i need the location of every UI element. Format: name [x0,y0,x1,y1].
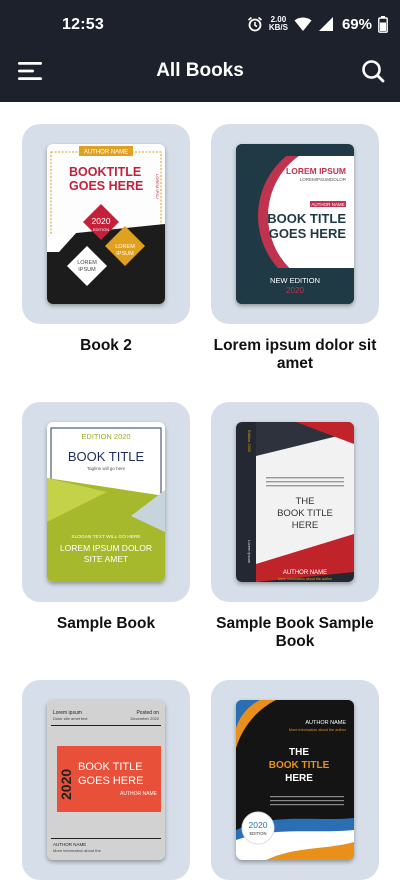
app-bar: All Books [0,40,400,102]
status-icons: 2.00 KB/S 69% [247,13,388,35]
net-speed: 2.00 KB/S [269,16,288,32]
book-title[interactable]: Book 2 [16,337,196,355]
book-card[interactable]: AUTHOR NAME More information about the a… [211,680,379,880]
book-card[interactable]: EDITION 2020 BOOK TITLE Tagline will go … [22,402,190,602]
cover-spine-bottom: Lorem ipsum [247,540,252,564]
cover-left-sub: Dolor site amet text [53,716,88,721]
book-card[interactable]: Lorem ipsum Dolor site amet text Posted … [22,680,190,880]
book-card[interactable]: AUTHOR NAME BOOKTITLE GOES HERE LOREM IP… [22,124,190,324]
cover-tagline: Tagline will go here [87,466,126,471]
cover-author: AUTHOR NAME [84,150,128,156]
cover-bottom-info: More information about the [53,848,102,853]
cover-brand-sub: LOREMIPSUMDOLOR [300,177,347,182]
cover-title-1: BOOK TITLE [78,761,143,773]
cover-lorem-2: LOREM [115,244,135,250]
cover-line-1: LOREM IPSUM DOLOR [60,543,152,553]
cellular-signal-icon [318,17,333,31]
search-icon[interactable] [360,58,386,84]
cover-title: BOOK TITLE [68,449,145,464]
cover-author: AUTHOR NAME [311,202,344,207]
cover-title-2: GOES HERE [269,226,347,241]
page-title: All Books [156,60,244,81]
cover-title-3: HERE [292,520,318,531]
cover-year: 2020 [92,216,111,226]
cover-title-1: BOOKTITLE [69,165,141,179]
status-time: 12:53 [62,16,104,33]
book-card[interactable]: Edition 2020 Lorem ipsum THE BOOK TITLE … [211,402,379,602]
cover-title-2: GOES HERE [78,775,143,787]
cover-side: LOREM IPSU [155,174,160,199]
cover-author: AUTHOR NAME [283,570,327,576]
book-card[interactable]: LOREM IPSUM LOREMIPSUMDOLOR AUTHOR NAME … [211,124,379,324]
book-cover-image: EDITION 2020 BOOK TITLE Tagline will go … [47,422,165,582]
cover-edition: EDITION [93,227,109,232]
cover-ipsum-2: IPSUM [116,251,134,257]
status-bar: 12:53 2.00 KB/S 69% [0,0,400,40]
cover-right-sub: December 2020 [131,716,160,721]
cover-edition: EDITION [250,831,267,836]
battery-icon [378,15,388,33]
book-cover-image: Edition 2020 Lorem ipsum THE BOOK TITLE … [236,422,354,582]
cover-line-2: SITE AMET [84,554,128,564]
book-title[interactable]: Lorem ipsum dolor sit amet [205,337,385,373]
cover-title-3: HERE [285,773,313,784]
cover-title-1: THE [296,496,315,507]
cover-title-1: THE [289,747,309,758]
cover-author: AUTHOR NAME [305,720,346,726]
net-speed-unit: KB/S [268,23,288,32]
cover-slogan: SLOGAN TEXT WILL GO HERE [71,534,140,540]
cover-brand: LOREM IPSUM [286,166,346,176]
book-title[interactable]: Sample Book [16,615,196,633]
cover-lorem-1: LOREM [77,260,97,266]
cover-title-1: BOOK TITLE [267,211,346,226]
book-cover-image: Lorem ipsum Dolor site amet text Posted … [47,700,165,860]
alarm-icon [247,16,262,32]
book-cover-image: LOREM IPSUM LOREMIPSUMDOLOR AUTHOR NAME … [236,144,354,304]
cover-year: 2020 [58,769,74,800]
cover-edition: NEW EDITION [270,276,320,285]
cover-info: More information about the author [289,728,347,732]
cover-ipsum-1: IPSUM [78,267,96,273]
battery-percentage: 69% [341,15,372,33]
cover-info: More information about the author [278,577,333,581]
wifi-icon [294,17,312,31]
cover-year: 2020 [249,820,268,830]
cover-title-2: GOES HERE [69,179,143,193]
cover-author: AUTHOR NAME [120,791,158,797]
cover-spine-top: Edition 2020 [247,430,252,453]
cover-bottom-label: AUTHOR NAME [53,842,86,847]
book-cover-image: AUTHOR NAME BOOKTITLE GOES HERE LOREM IP… [47,144,165,304]
cover-year: 2020 [286,286,304,295]
book-cover-image: AUTHOR NAME More information about the a… [236,700,354,860]
cover-edition: EDITION 2020 [81,432,130,441]
cover-title-2: BOOK TITLE [269,760,330,771]
book-title[interactable]: Sample Book Sample Book [205,615,385,651]
cover-title-2: BOOK TITLE [277,508,333,519]
